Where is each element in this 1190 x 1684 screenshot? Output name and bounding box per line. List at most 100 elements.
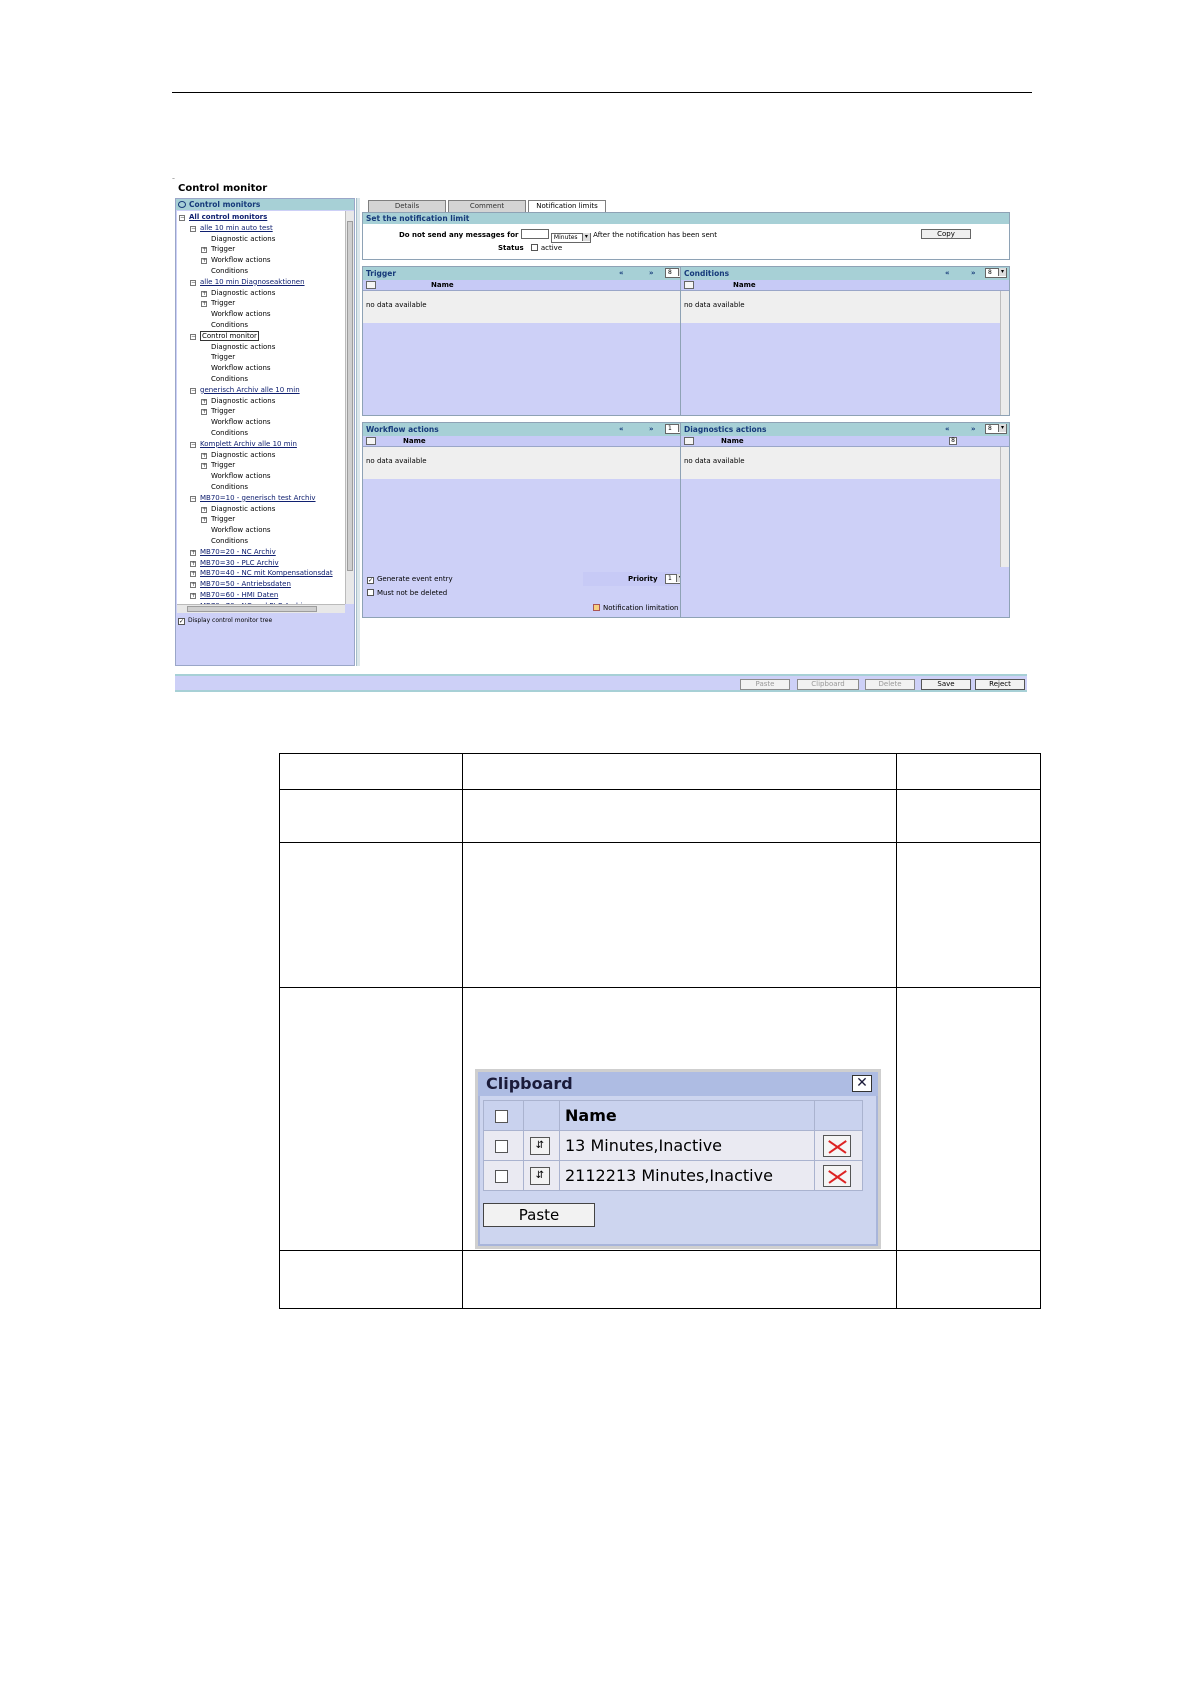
tree-item[interactable]: + MB70=20 - NC Archiv bbox=[190, 548, 276, 557]
delete-button[interactable]: Delete bbox=[865, 679, 915, 690]
tree-item[interactable]: Conditions bbox=[201, 537, 248, 546]
diagnostics-scrollbar[interactable] bbox=[1000, 447, 1009, 567]
select-all-checkbox[interactable] bbox=[495, 1110, 508, 1123]
tree-item[interactable]: + MB70=50 - Antriebsdaten bbox=[190, 580, 291, 589]
expand-icon[interactable]: + bbox=[190, 560, 196, 567]
tree-item[interactable]: Conditions bbox=[201, 375, 248, 384]
tree-vertical-scrollbar[interactable] bbox=[345, 211, 354, 604]
expand-icon[interactable]: + bbox=[190, 549, 196, 556]
expand-icon[interactable]: + bbox=[201, 506, 207, 513]
expand-icon[interactable]: + bbox=[201, 517, 207, 524]
expand-icon[interactable]: + bbox=[201, 409, 207, 416]
tree-item[interactable]: + MB70=30 - PLC Archiv bbox=[190, 559, 279, 568]
paste-item-icon[interactable]: ⇵ bbox=[530, 1137, 550, 1156]
generate-event-row[interactable]: ✓ Generate event entry bbox=[367, 575, 453, 584]
collapse-icon[interactable]: − bbox=[190, 279, 196, 286]
collapse-icon[interactable]: − bbox=[190, 495, 196, 502]
must-not-delete-checkbox[interactable] bbox=[367, 589, 374, 596]
must-not-delete-row[interactable]: Must not be deleted bbox=[367, 589, 447, 597]
diagnostics-page-select[interactable]: 8 bbox=[985, 424, 1007, 434]
new-item-icon[interactable] bbox=[366, 437, 376, 445]
tree-item[interactable]: + MB70=60 - HMI Daten bbox=[190, 591, 278, 600]
tree-item[interactable]: − Control monitor bbox=[190, 330, 259, 341]
tree-item[interactable]: + Trigger bbox=[201, 407, 235, 416]
tree-collapse-icon[interactable] bbox=[178, 201, 186, 208]
active-checkbox[interactable] bbox=[530, 244, 538, 251]
expand-icon[interactable]: + bbox=[201, 398, 207, 405]
expand-icon[interactable]: + bbox=[190, 593, 196, 599]
expand-icon[interactable]: + bbox=[201, 452, 207, 459]
display-tree-toggle[interactable]: ✓ Display control monitor tree bbox=[178, 617, 272, 625]
next-page-icon[interactable]: » bbox=[971, 423, 976, 436]
tree-item[interactable]: − alle 10 min auto test bbox=[190, 224, 273, 233]
tree-item[interactable]: − alle 10 min Diagnoseaktionen bbox=[190, 278, 305, 287]
reject-button[interactable]: Reject bbox=[975, 679, 1025, 690]
next-page-icon[interactable]: » bbox=[649, 423, 654, 436]
minutes-input[interactable] bbox=[520, 229, 549, 239]
tree-item[interactable]: Trigger bbox=[201, 353, 235, 362]
tab-notification-limits[interactable]: Notification limits bbox=[528, 200, 606, 212]
tree-item[interactable]: − generisch Archiv alle 10 min bbox=[190, 386, 300, 395]
expand-icon[interactable]: + bbox=[201, 301, 207, 308]
expand-icon[interactable]: + bbox=[201, 258, 207, 265]
prev-page-icon[interactable]: « bbox=[619, 423, 624, 436]
expand-icon[interactable]: + bbox=[190, 582, 196, 589]
tab-details[interactable]: Details bbox=[368, 200, 446, 212]
display-tree-checkbox[interactable]: ✓ bbox=[178, 618, 185, 625]
tree-item[interactable]: Workflow actions bbox=[201, 310, 271, 319]
prev-page-icon[interactable]: « bbox=[945, 267, 950, 280]
expand-icon[interactable]: + bbox=[201, 463, 207, 470]
delete-icon[interactable] bbox=[823, 1134, 851, 1157]
tree-item[interactable]: Diagnostic actions bbox=[201, 343, 275, 352]
tree-item[interactable]: − MB70=10 - generisch test Archiv bbox=[190, 494, 316, 503]
close-icon[interactable]: ✕ bbox=[852, 1075, 872, 1092]
tree-item[interactable]: + Diagnostic actions bbox=[201, 289, 275, 298]
tree-item[interactable]: − All control monitors bbox=[179, 213, 267, 222]
tree-item[interactable]: Workflow actions bbox=[201, 364, 271, 373]
new-item-icon[interactable] bbox=[366, 281, 376, 289]
tree-item[interactable]: Conditions bbox=[201, 321, 248, 330]
collapse-icon[interactable]: − bbox=[190, 333, 196, 340]
save-button[interactable]: Save bbox=[921, 679, 971, 690]
new-item-icon[interactable] bbox=[684, 281, 694, 289]
tree-item[interactable]: Workflow actions bbox=[201, 418, 271, 427]
tree-item[interactable]: Workflow actions bbox=[201, 472, 271, 481]
generate-event-checkbox[interactable]: ✓ bbox=[367, 577, 374, 584]
clipboard-button[interactable]: Clipboard bbox=[797, 679, 859, 690]
tree-item[interactable]: + Trigger bbox=[201, 245, 235, 254]
prev-page-icon[interactable]: « bbox=[619, 267, 624, 280]
conditions-page-select[interactable]: 8 bbox=[985, 268, 1007, 278]
row-checkbox[interactable] bbox=[495, 1140, 508, 1153]
unit-select[interactable]: Minutes bbox=[550, 233, 591, 243]
tree-item[interactable]: Conditions bbox=[201, 429, 248, 438]
notification-limitation-link[interactable]: Notification limitation bbox=[593, 604, 679, 612]
tree-item[interactable]: − Komplett Archiv alle 10 min bbox=[190, 440, 297, 449]
clipboard-paste-button[interactable]: Paste bbox=[483, 1203, 595, 1227]
paste-item-icon[interactable]: ⇵ bbox=[530, 1167, 550, 1186]
paste-button[interactable]: Paste bbox=[740, 679, 790, 690]
panel-splitter[interactable] bbox=[356, 198, 360, 666]
expand-icon[interactable]: + bbox=[201, 290, 207, 297]
next-page-icon[interactable]: » bbox=[971, 267, 976, 280]
tree-item[interactable]: + Diagnostic actions bbox=[201, 505, 275, 514]
new-item-icon[interactable] bbox=[684, 437, 694, 445]
tree-item[interactable]: + Trigger bbox=[201, 299, 235, 308]
name-column[interactable]: Name bbox=[431, 280, 454, 291]
tree-item[interactable]: Conditions bbox=[201, 267, 248, 276]
row-checkbox[interactable] bbox=[495, 1170, 508, 1183]
tree-item[interactable]: + Workflow actions bbox=[201, 256, 271, 265]
tree-scroll-thumb[interactable] bbox=[347, 221, 353, 571]
copy-button[interactable]: Copy bbox=[921, 229, 971, 239]
tree-item[interactable]: + Diagnostic actions bbox=[201, 451, 275, 460]
tree-item[interactable]: + MB70=40 - NC mit Kompensationsdat bbox=[190, 569, 333, 578]
tree-item[interactable]: + Trigger bbox=[201, 461, 235, 470]
name-column[interactable]: Name bbox=[733, 280, 756, 291]
collapse-icon[interactable]: − bbox=[190, 387, 196, 394]
tree-item[interactable]: + Diagnostic actions bbox=[201, 397, 275, 406]
prev-page-icon[interactable]: « bbox=[945, 423, 950, 436]
expand-icon[interactable]: + bbox=[201, 247, 207, 254]
next-page-icon[interactable]: » bbox=[649, 267, 654, 280]
tree-item[interactable]: + Trigger bbox=[201, 515, 235, 524]
collapse-icon[interactable]: − bbox=[190, 441, 196, 448]
tree-item[interactable]: Workflow actions bbox=[201, 526, 271, 535]
